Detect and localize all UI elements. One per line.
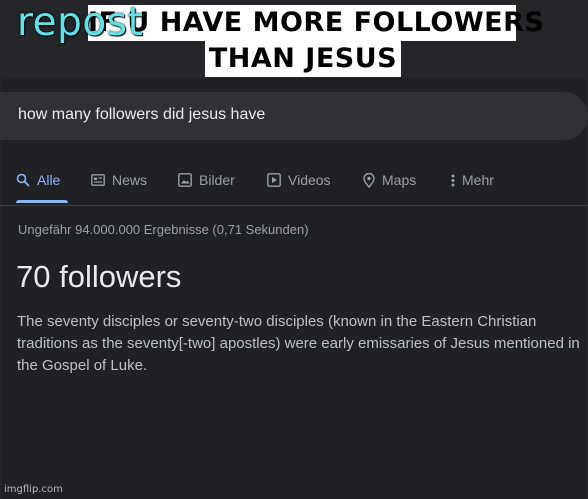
caption-line-1: IF U HAVE MORE FOLLOWERS [88,5,544,41]
featured-answer: 70 followers [16,259,182,294]
tab-label: Bilder [199,172,235,188]
tab-label: Mehr [462,172,494,188]
tab-label: Alle [37,172,61,188]
tab-label: Maps [382,172,417,188]
map-pin-icon [363,172,375,188]
tab-maps[interactable]: Maps [363,172,416,188]
tab-mehr[interactable]: Mehr [451,172,494,188]
active-tab-indicator [16,200,68,203]
caption-line-2: THAN JESUS [205,41,401,77]
meme-caption: IF U HAVE MORE FOLLOWERS THAN JESUS [88,5,544,77]
tab-alle[interactable]: Alle [16,172,60,188]
divider [0,205,588,206]
result-stats: Ungefähr 94.000.000 Ergebnisse (0,71 Sek… [18,222,309,237]
tab-label: News [112,172,148,188]
tab-news[interactable]: News [91,172,147,188]
image-icon [178,173,192,187]
repost-label: repost [17,0,144,45]
search-input[interactable]: how many followers did jesus have [18,106,265,124]
watermark: imgflip.com [4,484,63,495]
tab-label: Videos [288,172,331,188]
newspaper-icon [91,174,105,186]
more-vert-icon [451,174,455,186]
play-icon [267,173,281,187]
answer-snippet: The seventy disciples or seventy-two dis… [17,313,580,374]
tab-bilder[interactable]: Bilder [178,172,235,188]
tab-videos[interactable]: Videos [267,172,331,188]
search-icon [16,173,30,187]
